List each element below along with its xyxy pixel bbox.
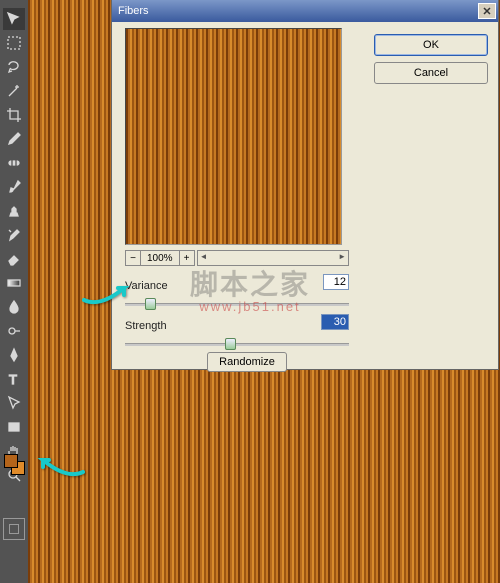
move-tool-icon[interactable] — [3, 8, 25, 30]
color-swatches[interactable] — [4, 454, 26, 476]
strength-label: Strength — [125, 320, 167, 332]
eraser-tool-icon[interactable] — [3, 248, 25, 270]
type-tool-icon[interactable]: T — [3, 368, 25, 390]
pen-tool-icon[interactable] — [3, 344, 25, 366]
crop-tool-icon[interactable] — [3, 104, 25, 126]
rectangle-tool-icon[interactable] — [3, 416, 25, 438]
clone-stamp-tool-icon[interactable] — [3, 200, 25, 222]
cancel-button[interactable]: Cancel — [374, 62, 488, 84]
variance-slider[interactable] — [125, 298, 349, 312]
ok-button[interactable]: OK — [374, 34, 488, 56]
lasso-tool-icon[interactable] — [3, 56, 25, 78]
zoom-out-button[interactable]: − — [125, 250, 141, 266]
foreground-swatch[interactable] — [4, 454, 18, 468]
tools-panel: T — [0, 0, 28, 583]
variance-slider-thumb[interactable] — [145, 298, 156, 310]
annotation-arrow-swatch — [35, 452, 85, 485]
strength-slider-thumb[interactable] — [225, 338, 236, 350]
svg-text:T: T — [9, 372, 17, 387]
marquee-tool-icon[interactable] — [3, 32, 25, 54]
filter-preview[interactable] — [125, 28, 342, 245]
zoom-percent: 100% — [141, 250, 179, 266]
annotation-arrow-variance — [82, 280, 132, 313]
blur-tool-icon[interactable] — [3, 296, 25, 318]
quick-mask-icon[interactable] — [3, 518, 25, 540]
fibers-dialog: Fibers ✕ − 100% + OK Cancel Variance Str… — [111, 0, 499, 370]
healing-brush-tool-icon[interactable] — [3, 152, 25, 174]
zoom-in-button[interactable]: + — [179, 250, 195, 266]
dodge-tool-icon[interactable] — [3, 320, 25, 342]
dialog-title: Fibers — [118, 5, 149, 17]
eyedropper-tool-icon[interactable] — [3, 128, 25, 150]
strength-input[interactable] — [321, 314, 349, 330]
dialog-titlebar[interactable]: Fibers ✕ — [112, 0, 498, 22]
randomize-button[interactable]: Randomize — [207, 352, 287, 372]
preview-zoom-bar: − 100% + — [125, 250, 349, 266]
variance-input[interactable] — [323, 274, 349, 290]
strength-slider[interactable] — [125, 338, 349, 352]
close-icon[interactable]: ✕ — [478, 3, 496, 19]
magic-wand-tool-icon[interactable] — [3, 80, 25, 102]
gradient-tool-icon[interactable] — [3, 272, 25, 294]
path-select-tool-icon[interactable] — [3, 392, 25, 414]
brush-tool-icon[interactable] — [3, 176, 25, 198]
preview-scrollbar[interactable] — [197, 250, 349, 266]
history-brush-tool-icon[interactable] — [3, 224, 25, 246]
